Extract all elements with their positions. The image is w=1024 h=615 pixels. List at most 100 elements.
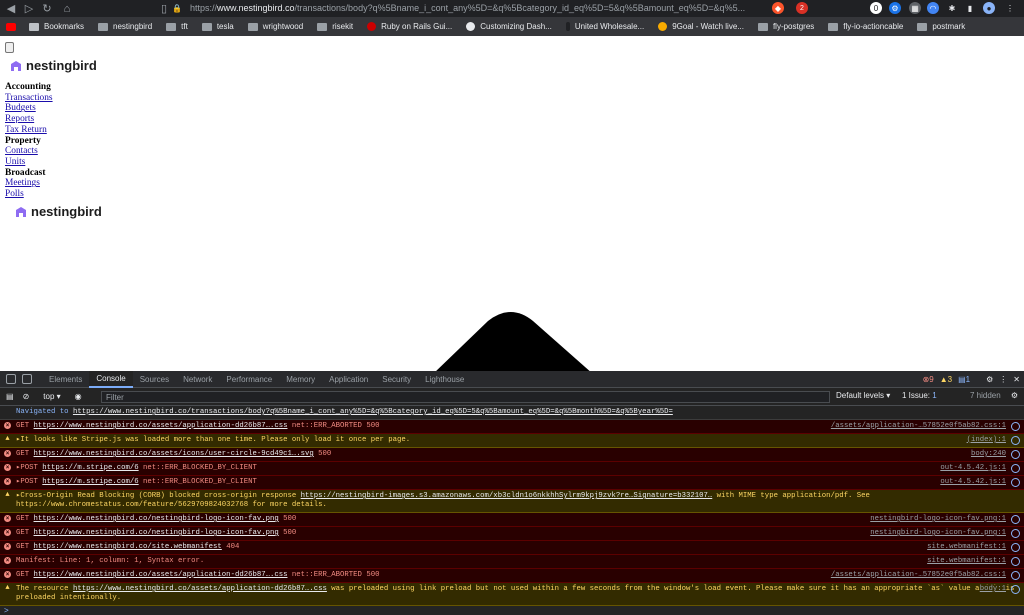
youtube-bookmark[interactable]	[6, 22, 21, 31]
nav-link-polls[interactable]: Polls	[5, 189, 53, 200]
message-url-link[interactable]: https://www.nestingbird.co/assets/applic…	[34, 571, 288, 579]
network-request-icon[interactable]	[1011, 478, 1020, 487]
menu-toggle-button[interactable]	[5, 42, 14, 53]
home-icon[interactable]: ⌂	[60, 2, 74, 16]
forward-icon[interactable]: ▷	[22, 2, 36, 16]
message-source-link[interactable]: nestingbird-logo-icon-fav.png:1	[870, 529, 1006, 538]
network-request-icon[interactable]	[1011, 557, 1020, 566]
tab-network[interactable]: Network	[176, 371, 219, 388]
bookmark-item[interactable]: nestingbird	[98, 22, 152, 31]
message-source-link[interactable]: site.webmanifest:1	[927, 557, 1006, 566]
message-url-link[interactable]: https://m.stripe.com/6	[42, 464, 138, 472]
bookmark-icon[interactable]: ▯	[157, 1, 171, 15]
console-message-warn[interactable]: ▲ ▸It looks like Stripe.js was loaded mor…	[0, 434, 1024, 448]
info-count-badge[interactable]: ▤1	[958, 375, 970, 384]
message-url-link[interactable]: https://www.nestingbird.co/site.webmanif…	[34, 543, 222, 551]
nav-link-reports[interactable]: Reports	[5, 114, 53, 125]
message-url-link[interactable]: https://www.nestingbird.co/nestingbird-l…	[34, 515, 279, 523]
console-filter-input[interactable]: Filter	[101, 391, 830, 403]
message-source-link[interactable]: (index):1	[966, 436, 1006, 445]
console-prompt[interactable]: >	[0, 606, 1024, 615]
logo-secondary[interactable]: nestingbird	[15, 204, 102, 219]
bookmark-item[interactable]: United Wholesale...	[565, 22, 644, 31]
message-source-link[interactable]: site.webmanifest:1	[927, 543, 1006, 552]
inspect-element-icon[interactable]	[6, 374, 16, 384]
bookmark-item[interactable]: tesla	[201, 22, 234, 31]
message-url-link[interactable]: https://m.stripe.com/6	[42, 478, 138, 486]
console-message-err[interactable]: × GET https://www.nestingbird.co/nestingb…	[0, 527, 1024, 541]
nav-link-budgets[interactable]: Budgets	[5, 103, 53, 114]
tab-performance[interactable]: Performance	[219, 371, 279, 388]
console-message-err[interactable]: × GET https://www.nestingbird.co/assets/i…	[0, 448, 1024, 462]
extension-icon-1[interactable]: 0	[870, 2, 882, 14]
extension-badge[interactable]: 2	[796, 2, 808, 14]
more-options-icon[interactable]: ⋮	[999, 375, 1007, 384]
network-request-icon[interactable]	[1011, 515, 1020, 524]
nav-link-tax-return[interactable]: Tax Return	[5, 125, 53, 136]
log-levels-dropdown[interactable]: Default levels ▾	[836, 391, 890, 400]
logo[interactable]: nestingbird	[10, 58, 97, 73]
warning-count-badge[interactable]: ▲3	[940, 375, 952, 384]
address-bar[interactable]: 🔒 https://www.nestingbird.co/transaction…	[172, 1, 757, 15]
nav-link-units[interactable]: Units	[5, 157, 53, 168]
sidebar-icon[interactable]: ▮	[964, 2, 976, 14]
brave-shield-icon[interactable]: ◆	[772, 2, 784, 14]
bookmark-item[interactable]: Ruby on Rails Gui...	[367, 22, 452, 31]
live-expression-eye-icon[interactable]: ◉	[75, 392, 82, 401]
nav-link-transactions[interactable]: Transactions	[5, 93, 53, 104]
message-source-link[interactable]: body:1	[979, 585, 1006, 594]
device-toolbar-icon[interactable]	[22, 374, 32, 384]
network-request-icon[interactable]	[1011, 464, 1020, 473]
nav-link-contacts[interactable]: Contacts	[5, 146, 53, 157]
settings-gear-icon[interactable]: ⚙	[986, 375, 993, 384]
bookmark-item[interactable]: 9Goal - Watch live...	[658, 22, 744, 31]
issues-button[interactable]: 1 Issue: 1	[902, 391, 937, 400]
tab-security[interactable]: Security	[375, 371, 418, 388]
extension-icon-3[interactable]: ▦	[909, 2, 921, 14]
console-message-err[interactable]: × ▸POST https://m.stripe.com/6 net::ERR_B…	[0, 462, 1024, 476]
network-request-icon[interactable]	[1011, 571, 1020, 580]
bookmark-item[interactable]: Customizing Dash...	[466, 22, 552, 31]
extension-icon-2[interactable]: ⚙	[889, 2, 901, 14]
puzzle-icon[interactable]: ✱	[946, 2, 958, 14]
close-devtools-icon[interactable]: ✕	[1013, 375, 1020, 384]
clear-console-icon[interactable]: ⊘	[23, 392, 30, 401]
network-request-icon[interactable]	[1011, 543, 1020, 552]
message-url-link[interactable]: https://nestingbird-images.s3.amazonaws.…	[301, 492, 713, 500]
tab-lighthouse[interactable]: Lighthouse	[418, 371, 471, 388]
console-message-info[interactable]: Navigated to https://www.nestingbird.co/…	[0, 406, 1024, 420]
console-message-err[interactable]: × GET https://www.nestingbird.co/site.web…	[0, 541, 1024, 555]
message-source-link[interactable]: body:240	[970, 450, 1006, 459]
extension-icon-4[interactable]: ◠	[927, 2, 939, 14]
profile-avatar[interactable]: ●	[983, 2, 995, 14]
nav-link-meetings[interactable]: Meetings	[5, 178, 53, 189]
sidebar-toggle-icon[interactable]: ▤	[6, 392, 14, 401]
tab-memory[interactable]: Memory	[279, 371, 322, 388]
reload-icon[interactable]: ↻	[40, 2, 54, 16]
bookmark-item[interactable]: Bookmarks	[29, 22, 84, 31]
tab-elements[interactable]: Elements	[42, 371, 89, 388]
back-icon[interactable]: ◀	[4, 2, 18, 16]
message-url-link[interactable]: https://www.nestingbird.co/assets/applic…	[73, 585, 327, 593]
network-request-icon[interactable]	[1011, 422, 1020, 431]
network-request-icon[interactable]	[1011, 450, 1020, 459]
message-source-link[interactable]: /assets/application-…57852e0f5ab82.css:1	[830, 422, 1006, 431]
message-url-link[interactable]: https://www.nestingbird.co/assets/icons/…	[34, 450, 314, 458]
bookmark-item[interactable]: wrightwood	[247, 22, 303, 31]
network-request-icon[interactable]	[1011, 436, 1020, 445]
tab-console[interactable]: Console	[89, 370, 133, 388]
context-selector[interactable]: top ▾	[43, 392, 60, 401]
console-message-err[interactable]: × GET https://www.nestingbird.co/nestingb…	[0, 513, 1024, 527]
console-settings-gear-icon[interactable]: ⚙	[1011, 391, 1018, 400]
console-message-err[interactable]: × GET https://www.nestingbird.co/assets/a…	[0, 569, 1024, 583]
message-source-link[interactable]: /assets/application-…57852e0f5ab82.css:1	[830, 571, 1006, 580]
message-source-link[interactable]: nestingbird-logo-icon-fav.png:1	[870, 515, 1006, 524]
tab-application[interactable]: Application	[322, 371, 375, 388]
bookmark-item[interactable]: fly-postgres	[757, 22, 814, 31]
bookmark-item[interactable]: risekit	[317, 22, 353, 31]
tab-sources[interactable]: Sources	[133, 371, 176, 388]
console-message-warn[interactable]: ▲ The resource https://www.nestingbird.co…	[0, 583, 1024, 606]
menu-kebab-icon[interactable]: ⋮	[1004, 2, 1016, 14]
error-count-badge[interactable]: ⊗9	[923, 375, 934, 384]
bookmark-item[interactable]: postmark	[917, 22, 965, 31]
